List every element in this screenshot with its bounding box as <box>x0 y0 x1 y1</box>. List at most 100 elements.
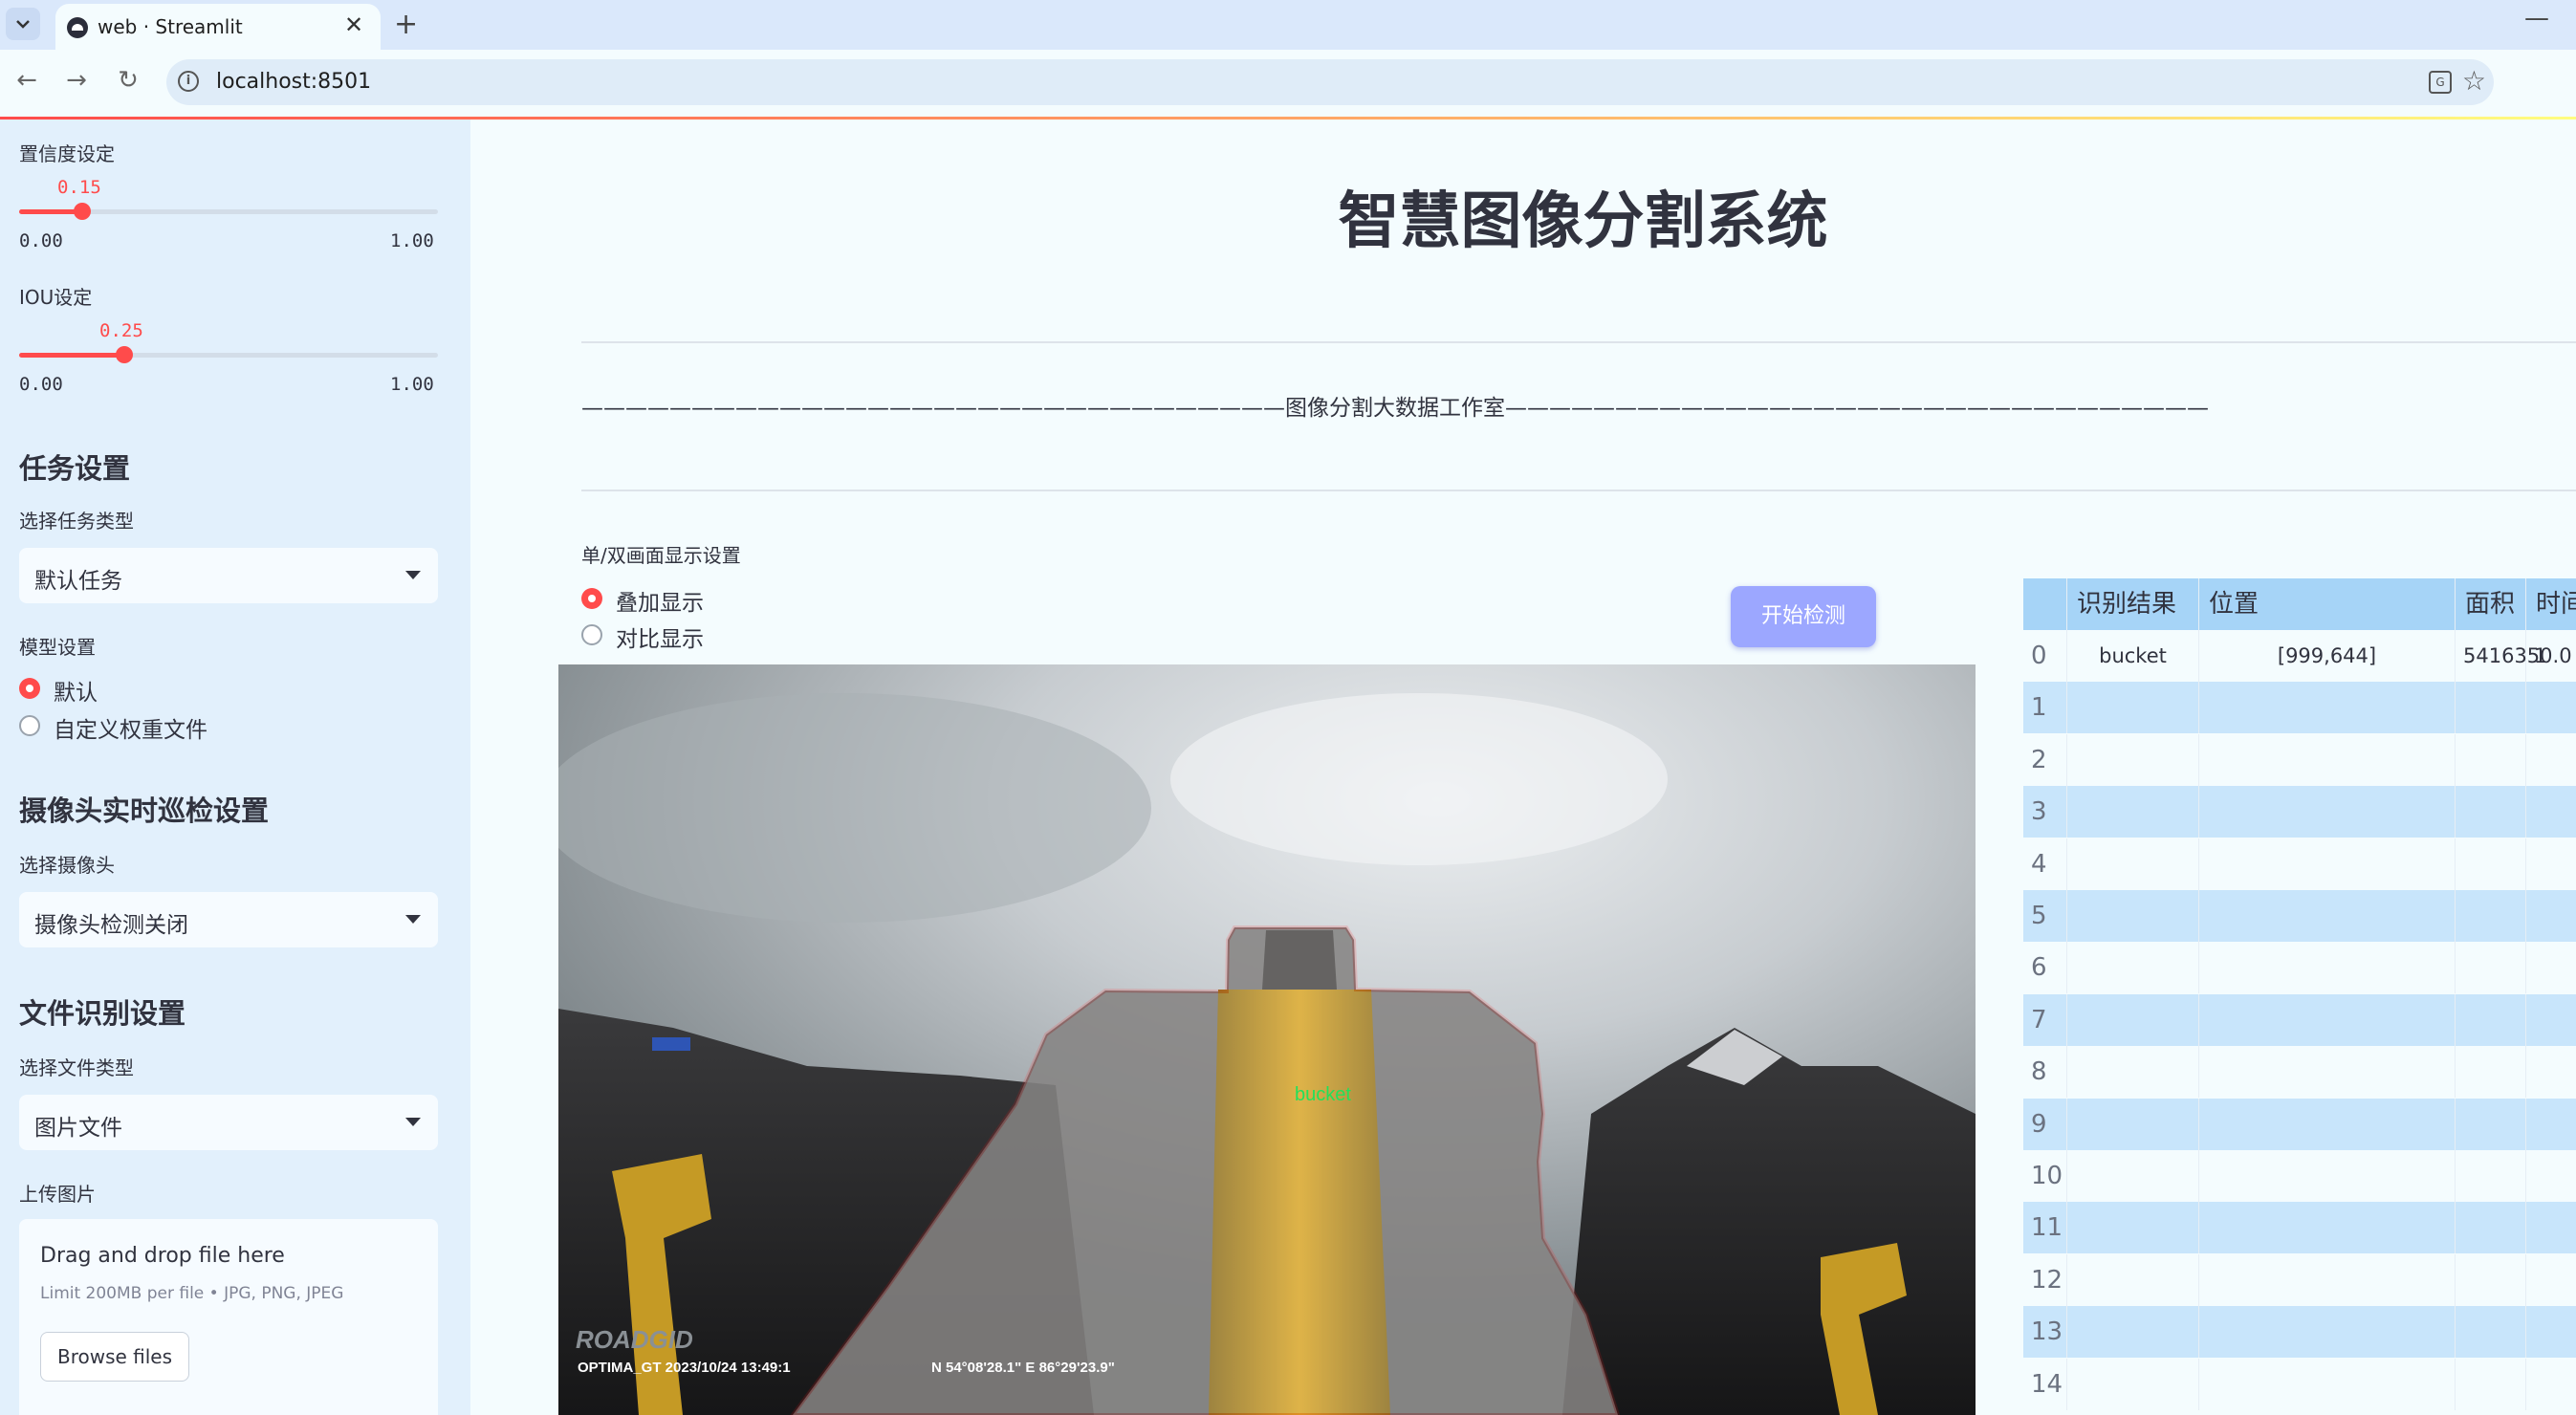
iou-slider[interactable] <box>19 346 438 363</box>
cloud-shape <box>558 693 1151 923</box>
table-cell-result <box>2067 1150 2199 1202</box>
new-tab-icon[interactable]: + <box>394 8 418 41</box>
site-info-icon[interactable]: i <box>178 71 199 92</box>
table-cell-time <box>2526 890 2576 942</box>
model-option-label: 默认 <box>54 681 98 706</box>
table-cell-index: 3 <box>2023 786 2067 838</box>
radio-unselected-icon[interactable] <box>581 624 602 645</box>
upload-label: 上传图片 <box>19 1183 96 1206</box>
url-text[interactable]: localhost:8501 <box>216 70 371 94</box>
file-type-value: 图片文件 <box>34 1116 122 1141</box>
table-row[interactable]: 0 bucket [999,644] 5416350.0 1 <box>2023 630 2576 682</box>
table-header-cell[interactable]: 识别结果 <box>2067 578 2199 630</box>
file-dropzone[interactable]: Drag and drop file here Limit 200MB per … <box>19 1219 438 1415</box>
reload-icon[interactable]: ↻ <box>111 63 145 98</box>
address-bar[interactable]: i localhost:8501 G ☆ <box>166 59 2494 105</box>
dropzone-text: Drag and drop file here <box>40 1244 285 1268</box>
table-cell-position <box>2199 993 2456 1046</box>
table-cell-area <box>2456 733 2526 786</box>
table-row[interactable]: 7 <box>2023 993 2576 1046</box>
close-tab-icon[interactable]: ✕ <box>344 11 363 38</box>
radio-selected-icon[interactable] <box>19 678 40 699</box>
table-row[interactable]: 3 <box>2023 786 2576 838</box>
table-cell-index: 0 <box>2023 630 2067 682</box>
table-cell-time: 1 <box>2526 630 2576 682</box>
browser-tab-bar: web · Streamlit ✕ + — <box>0 0 2576 50</box>
table-cell-area <box>2456 993 2526 1046</box>
table-cell-position <box>2199 1150 2456 1202</box>
table-cell-result <box>2067 786 2199 838</box>
table-row[interactable]: 4 <box>2023 838 2576 890</box>
iou-max: 1.00 <box>390 374 434 395</box>
table-cell-index: 1 <box>2023 682 2067 734</box>
camera-settings-heading: 摄像头实时巡检设置 <box>19 795 270 827</box>
confidence-slider[interactable] <box>19 203 438 220</box>
table-cell-position <box>2199 838 2456 890</box>
task-settings-heading: 任务设置 <box>19 452 131 485</box>
model-option-label: 自定义权重文件 <box>54 718 207 743</box>
table-cell-result <box>2067 890 2199 942</box>
table-row[interactable]: 11 <box>2023 1202 2576 1254</box>
table-header-cell[interactable]: 位置 <box>2199 578 2456 630</box>
camera-select[interactable]: 摄像头检测关闭 <box>19 892 438 947</box>
table-row[interactable]: 8 <box>2023 1046 2576 1099</box>
table-cell-area <box>2456 1098 2526 1150</box>
iou-slider-thumb[interactable] <box>115 346 133 363</box>
table-row[interactable]: 6 <box>2023 942 2576 994</box>
table-cell-result: bucket <box>2067 630 2199 682</box>
table-row[interactable]: 13 <box>2023 1306 2576 1359</box>
table-row[interactable]: 2 <box>2023 733 2576 786</box>
table-header-cell[interactable]: 时间 <box>2526 578 2576 630</box>
table-header-cell[interactable] <box>2023 578 2067 630</box>
table-cell-index: 9 <box>2023 1098 2067 1150</box>
minimize-window-icon[interactable]: — <box>2524 4 2549 33</box>
back-arrow-icon[interactable]: ← <box>10 63 44 98</box>
tab-list-button[interactable] <box>6 8 40 40</box>
file-type-select[interactable]: 图片文件 <box>19 1095 438 1150</box>
table-row[interactable]: 9 <box>2023 1098 2576 1150</box>
table-cell-position <box>2199 1253 2456 1306</box>
table-cell-result <box>2067 1306 2199 1359</box>
table-cell-position <box>2199 942 2456 994</box>
table-cell-time <box>2526 1306 2576 1358</box>
table-cell-position <box>2199 1046 2456 1099</box>
table-cell-position <box>2199 1098 2456 1150</box>
table-row[interactable]: 12 <box>2023 1253 2576 1306</box>
table-cell-time <box>2526 682 2576 733</box>
divider <box>581 490 2576 491</box>
table-row[interactable]: 5 <box>2023 890 2576 942</box>
radio-selected-icon[interactable] <box>581 588 602 609</box>
camera-select-label: 选择摄像头 <box>19 854 115 877</box>
table-cell-area <box>2456 786 2526 838</box>
table-row[interactable]: 1 <box>2023 682 2576 734</box>
detection-result-image: bucket ROADGID OPTIMA_GT 2023/10/24 13:4… <box>558 664 1976 1415</box>
iou-min: 0.00 <box>19 374 63 395</box>
start-detection-button[interactable]: 开始检测 <box>1731 586 1876 647</box>
table-cell-index: 8 <box>2023 1046 2067 1099</box>
distant-structure <box>652 1037 690 1051</box>
results-table[interactable]: 识别结果 位置 面积 时间 0 bucket [999,644] 5416350.0 1 1 2 3 4… <box>2023 578 2576 1415</box>
table-header-cell[interactable]: 面积 <box>2456 578 2526 630</box>
confidence-slider-thumb[interactable] <box>73 203 91 220</box>
iou-value: 0.25 <box>99 320 143 341</box>
bookmark-star-icon[interactable]: ☆ <box>2462 65 2486 97</box>
table-cell-area <box>2456 1150 2526 1202</box>
watermark-coords: N 54°08'28.1" E 86°29'23.9" <box>931 1360 1115 1376</box>
dropzone-limit-text: Limit 200MB per file • JPG, PNG, JPEG <box>40 1284 344 1303</box>
table-cell-area <box>2456 1202 2526 1254</box>
browser-tab[interactable]: web · Streamlit ✕ <box>55 4 381 50</box>
main-content: 智慧图像分割系统 ———————————————————————————————… <box>470 120 2576 1415</box>
forward-arrow-icon[interactable]: → <box>59 63 94 98</box>
table-cell-index: 14 <box>2023 1358 2067 1410</box>
table-cell-result <box>2067 1202 2199 1254</box>
table-row[interactable]: 14 <box>2023 1358 2576 1410</box>
task-type-select[interactable]: 默认任务 <box>19 548 438 603</box>
table-cell-position <box>2199 890 2456 942</box>
radio-unselected-icon[interactable] <box>19 715 40 736</box>
translate-icon[interactable]: G <box>2429 71 2452 94</box>
chevron-down-icon <box>405 1118 421 1126</box>
table-row[interactable]: 10 <box>2023 1150 2576 1202</box>
file-type-label: 选择文件类型 <box>19 1056 134 1079</box>
browse-files-button[interactable]: Browse files <box>40 1332 189 1382</box>
chevron-down-icon <box>16 20 30 29</box>
